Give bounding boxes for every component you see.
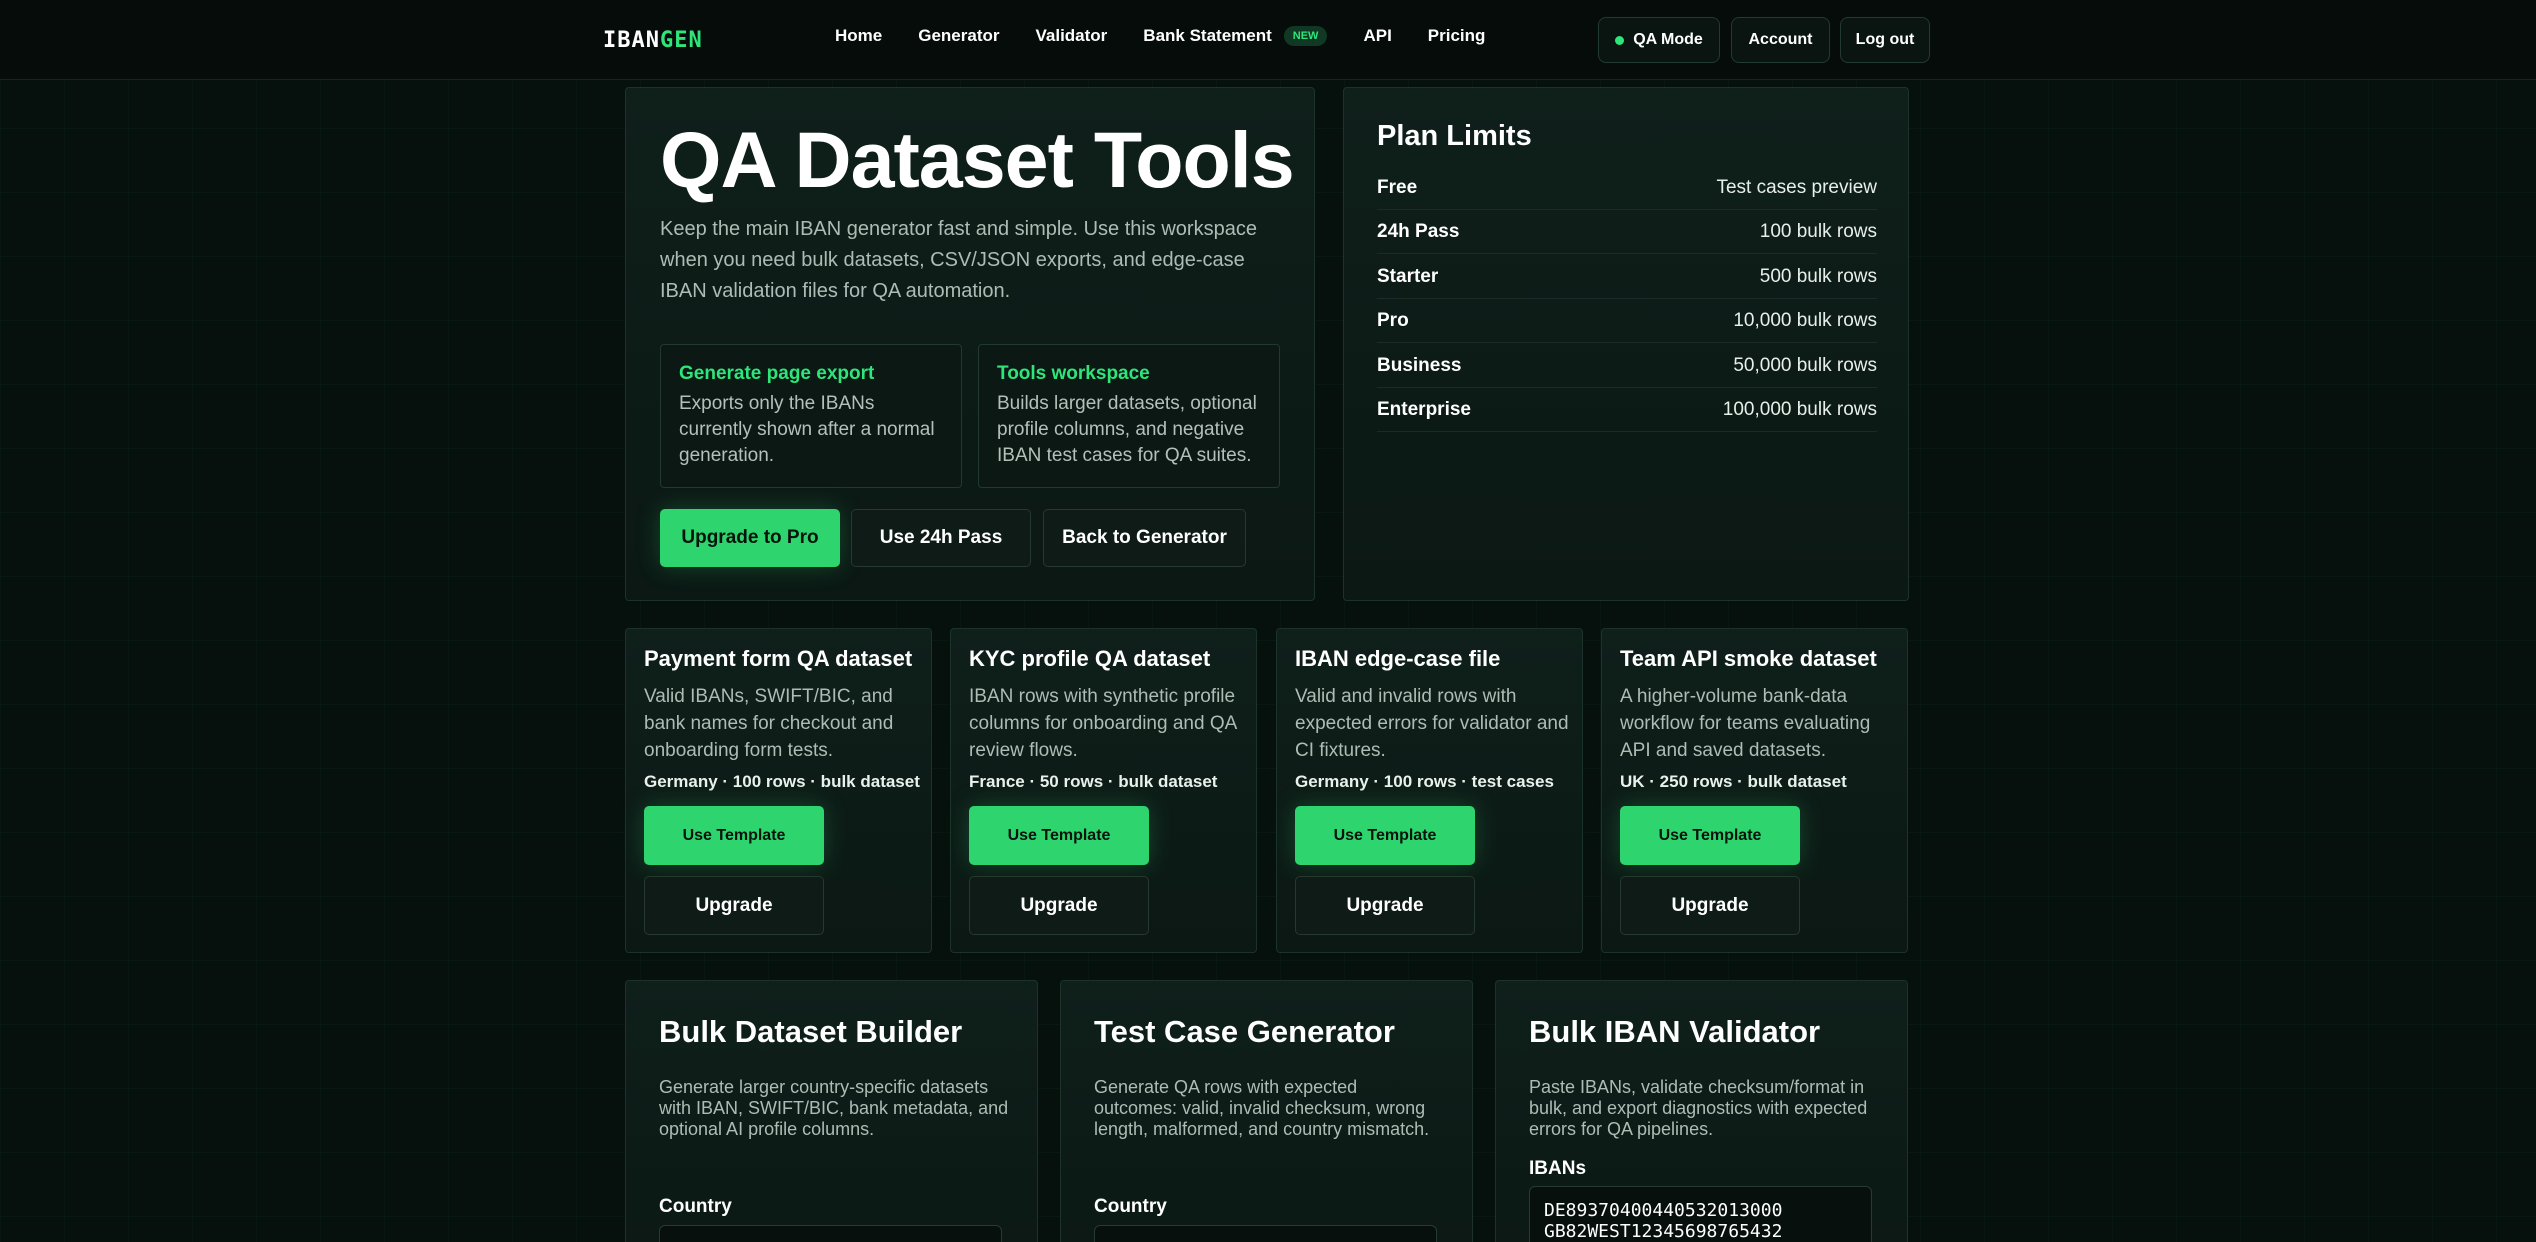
bulk-dataset-builder-panel: Bulk Dataset Builder Generate larger cou… (625, 980, 1038, 1242)
info-card-title: Tools workspace (997, 363, 1150, 384)
template-title: KYC profile QA dataset (969, 646, 1211, 671)
plan-limit-row: Starter 500 bulk rows (1377, 255, 1877, 299)
template-title: Payment form QA dataset (644, 646, 913, 671)
template-description: A higher-volume bank-data workflow for t… (1620, 686, 1871, 761)
tool-title: Bulk IBAN Validator (1529, 1014, 1821, 1049)
plan-limit-value: 500 bulk rows (1759, 265, 1877, 287)
plan-name: Starter (1377, 265, 1439, 287)
page-title: QA Dataset Tools (660, 115, 1295, 204)
bulk-iban-validator-panel: Bulk IBAN Validator Paste IBANs, validat… (1495, 980, 1908, 1242)
plan-name: Pro (1377, 309, 1409, 331)
info-card-generate-export: Generate page export Exports only the IB… (660, 344, 962, 488)
upgrade-to-pro-button[interactable]: Upgrade to Pro (660, 509, 840, 567)
plan-limits-panel: Plan Limits Free Test cases preview 24h … (1343, 87, 1909, 601)
hero-description: Keep the main IBAN generator fast and si… (660, 218, 1257, 302)
nav-link-pricing[interactable]: Pricing (1428, 26, 1486, 46)
plan-name: 24h Pass (1377, 220, 1460, 242)
use-template-button[interactable]: Use Template (969, 806, 1149, 865)
plan-limit-value: 100,000 bulk rows (1722, 398, 1877, 420)
plan-limit-value: 50,000 bulk rows (1733, 354, 1877, 376)
back-to-generator-button[interactable]: Back to Generator (1043, 509, 1246, 567)
nav-link-api[interactable]: API (1363, 26, 1391, 46)
use-template-button[interactable]: Use Template (1620, 806, 1800, 865)
country-label: Country (1094, 1196, 1167, 1217)
info-card-tools-workspace: Tools workspace Builds larger datasets, … (978, 344, 1280, 488)
plan-limit-row: Pro 10,000 bulk rows (1377, 299, 1877, 343)
ibans-label: IBANs (1529, 1158, 1587, 1179)
nav-link-bank-statement[interactable]: Bank Statement (1143, 26, 1271, 46)
plan-limit-value: Test cases preview (1716, 176, 1877, 198)
tool-title: Test Case Generator (1094, 1014, 1395, 1049)
template-card-iban-edge-case: IBAN edge-case file Valid and invalid ro… (1276, 628, 1583, 953)
logo-text-gen: GEN (659, 27, 703, 53)
use-24h-pass-button[interactable]: Use 24h Pass (851, 509, 1031, 567)
template-description: IBAN rows with synthetic profile columns… (969, 686, 1237, 761)
plan-name: Business (1377, 354, 1462, 376)
upgrade-button[interactable]: Upgrade (644, 876, 824, 935)
status-dot-icon (1615, 35, 1625, 45)
template-meta: France · 50 rows · bulk dataset (969, 772, 1218, 791)
nav-link-generator[interactable]: Generator (918, 26, 999, 46)
tool-title: Bulk Dataset Builder (659, 1014, 963, 1049)
ibans-textarea[interactable]: DE89370400440532013000 GB82WEST123456987… (1529, 1186, 1872, 1242)
template-title: IBAN edge-case file (1295, 646, 1501, 671)
country-select[interactable] (659, 1225, 1002, 1242)
tool-description: Generate QA rows with expected outcomes:… (1094, 1077, 1430, 1139)
country-label: Country (659, 1196, 732, 1217)
template-description: Valid IBANs, SWIFT/BIC, and bank names f… (644, 686, 894, 761)
hero-panel: QA Dataset Tools Keep the main IBAN gene… (625, 87, 1315, 601)
tool-description: Generate larger country-specific dataset… (659, 1077, 1009, 1139)
new-badge: NEW (1283, 26, 1328, 46)
template-meta: UK · 250 rows · bulk dataset (1620, 772, 1847, 791)
qa-mode-button[interactable]: QA Mode (1598, 17, 1720, 63)
template-card-kyc-profile: KYC profile QA dataset IBAN rows with sy… (950, 628, 1257, 953)
country-select[interactable] (1094, 1225, 1437, 1242)
account-button[interactable]: Account (1731, 17, 1830, 63)
plan-limit-value: 10,000 bulk rows (1733, 309, 1877, 331)
plan-limit-row: 24h Pass 100 bulk rows (1377, 210, 1877, 254)
test-case-generator-panel: Test Case Generator Generate QA rows wit… (1060, 980, 1473, 1242)
template-meta: Germany · 100 rows · bulk dataset (644, 772, 920, 791)
logo[interactable]: IBAN GEN (603, 27, 703, 53)
logout-button[interactable]: Log out (1840, 17, 1930, 63)
plan-limit-value: 100 bulk rows (1759, 220, 1877, 242)
nav-link-home[interactable]: Home (835, 26, 882, 46)
plan-limit-row: Business 50,000 bulk rows (1377, 344, 1877, 388)
upgrade-button[interactable]: Upgrade (1620, 876, 1800, 935)
plan-name: Free (1377, 176, 1418, 198)
nav-link-validator[interactable]: Validator (1035, 26, 1107, 46)
template-card-team-api: Team API smoke dataset A higher-volume b… (1601, 628, 1908, 953)
top-navbar: IBAN GEN Home Generator Validator Bank St… (0, 0, 2536, 80)
use-template-button[interactable]: Use Template (644, 806, 824, 865)
use-template-button[interactable]: Use Template (1295, 806, 1475, 865)
upgrade-button[interactable]: Upgrade (1295, 876, 1475, 935)
template-meta: Germany · 100 rows · test cases (1295, 772, 1554, 791)
info-card-text: Builds larger datasets, optional profile… (997, 393, 1257, 466)
info-card-title: Generate page export (679, 363, 875, 384)
qa-mode-label: QA Mode (1633, 31, 1703, 48)
info-card-text: Exports only the IBANs currently shown a… (679, 393, 935, 466)
template-card-payment-form: Payment form QA dataset Valid IBANs, SWI… (625, 628, 932, 953)
plan-limit-row: Free Test cases preview (1377, 166, 1877, 210)
template-description: Valid and invalid rows with expected err… (1295, 686, 1569, 761)
plan-limits-title: Plan Limits (1377, 120, 1532, 152)
template-title: Team API smoke dataset (1620, 646, 1877, 671)
plan-limit-row: Enterprise 100,000 bulk rows (1377, 388, 1877, 432)
plan-name: Enterprise (1377, 398, 1471, 420)
nav-links: Home Generator Validator Bank Statement … (835, 26, 1521, 46)
upgrade-button[interactable]: Upgrade (969, 876, 1149, 935)
logo-text-iban: IBAN (603, 27, 660, 53)
tool-description: Paste IBANs, validate checksum/format in… (1529, 1077, 1868, 1139)
